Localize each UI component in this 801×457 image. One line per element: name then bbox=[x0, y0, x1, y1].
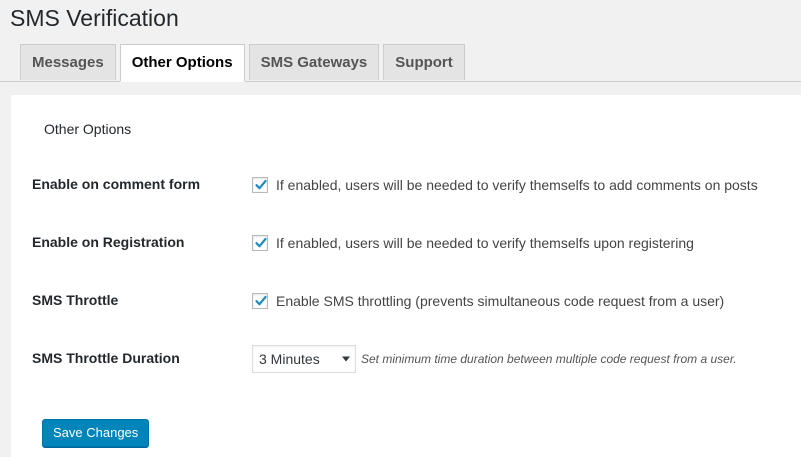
throttle-description: Enable SMS throttling (prevents simultan… bbox=[276, 293, 725, 309]
checkmark-icon bbox=[255, 295, 267, 306]
setting-row-throttle-duration: SMS Throttle Duration 3 Minutes Set mini… bbox=[32, 345, 801, 373]
registration-checkbox[interactable] bbox=[252, 235, 268, 251]
page-title: SMS Verification bbox=[10, 5, 179, 31]
throttle-duration-description: Set minimum time duration between multip… bbox=[361, 352, 737, 366]
setting-field-throttle-duration: 3 Minutes Set minimum time duration betw… bbox=[252, 345, 737, 373]
throttle-checkbox[interactable] bbox=[252, 293, 268, 309]
tab-other-options[interactable]: Other Options bbox=[119, 44, 245, 82]
throttle-duration-select[interactable]: 3 Minutes bbox=[252, 345, 356, 373]
setting-row-throttle: SMS Throttle Enable SMS throttling (prev… bbox=[32, 290, 801, 312]
registration-description: If enabled, users will be needed to veri… bbox=[276, 235, 694, 251]
setting-label-throttle: SMS Throttle bbox=[32, 292, 119, 308]
nav-tabs: Messages Other Options SMS Gateways Supp… bbox=[20, 44, 469, 82]
setting-label-comment-form: Enable on comment form bbox=[32, 176, 201, 192]
caret-down-icon bbox=[342, 356, 350, 362]
settings-panel: Other Options Enable on comment form If … bbox=[11, 95, 801, 457]
tab-support[interactable]: Support bbox=[383, 44, 465, 80]
tab-messages[interactable]: Messages bbox=[20, 44, 116, 80]
checkmark-icon bbox=[255, 179, 267, 190]
comment-form-description: If enabled, users will be needed to veri… bbox=[276, 177, 758, 193]
setting-field-comment-form: If enabled, users will be needed to veri… bbox=[252, 174, 758, 196]
tab-sms-gateways[interactable]: SMS Gateways bbox=[248, 44, 380, 80]
comment-form-checkbox[interactable] bbox=[252, 177, 268, 193]
throttle-duration-selected: 3 Minutes bbox=[259, 351, 320, 367]
setting-field-registration: If enabled, users will be needed to veri… bbox=[252, 232, 694, 254]
checkmark-icon bbox=[255, 237, 267, 248]
section-title: Other Options bbox=[44, 121, 132, 137]
setting-label-registration: Enable on Registration bbox=[32, 234, 185, 250]
setting-field-throttle: Enable SMS throttling (prevents simultan… bbox=[252, 290, 724, 312]
save-changes-button[interactable]: Save Changes bbox=[42, 419, 150, 447]
setting-row-registration: Enable on Registration If enabled, users… bbox=[32, 232, 801, 254]
setting-label-throttle-duration: SMS Throttle Duration bbox=[32, 350, 180, 366]
setting-row-comment-form: Enable on comment form If enabled, users… bbox=[32, 174, 801, 196]
